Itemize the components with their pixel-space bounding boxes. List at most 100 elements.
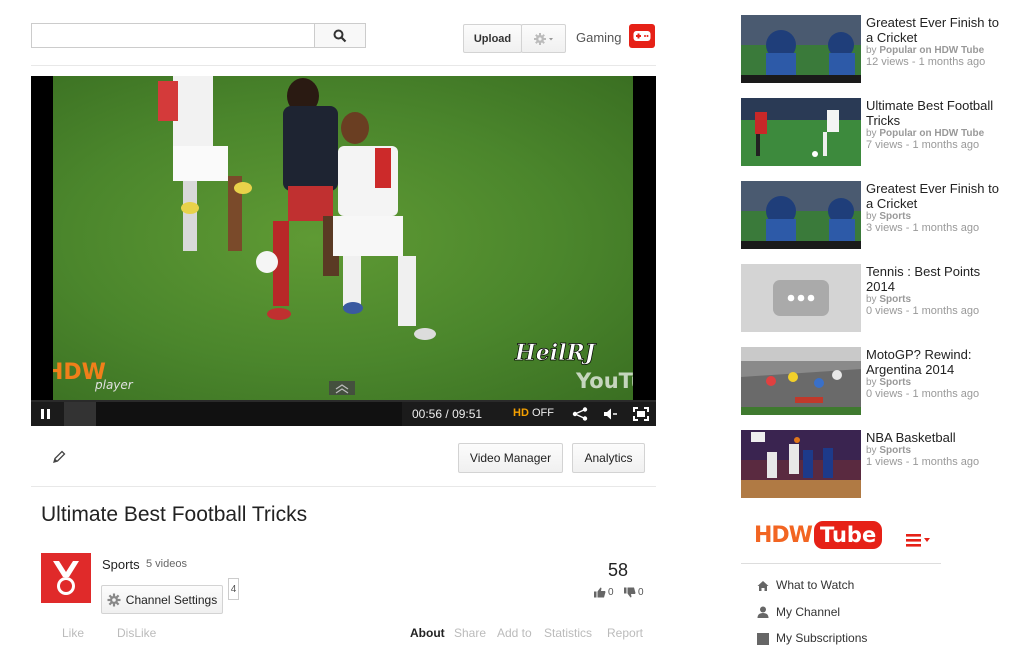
sidebar-byline: by Popular on HDW Tube xyxy=(866,45,984,56)
fullscreen-icon[interactable] xyxy=(633,407,649,421)
channel-avatar[interactable] xyxy=(41,553,91,603)
sidebar-by[interactable]: Sports xyxy=(879,294,911,305)
player-controls: 00:56 / 09:51 HD OFF xyxy=(31,400,656,426)
menu-what-to-watch[interactable]: What to Watch xyxy=(776,578,854,592)
home-icon xyxy=(757,581,769,591)
sidebar-byline: by Sports xyxy=(866,211,911,222)
video-player[interactable]: HDW player HeilRJ YouTube 00:56 / 09:51 … xyxy=(31,76,656,426)
sidebar-views: 1 views - 1 months ago xyxy=(866,456,980,468)
search-input[interactable] xyxy=(31,23,315,48)
sidebar-thumb-placeholder[interactable] xyxy=(741,264,861,332)
sidebar-by-prefix: by xyxy=(866,211,877,222)
sidebar-by-prefix: by xyxy=(866,294,877,305)
sidebar-title[interactable]: NBA Basketball xyxy=(866,430,1006,445)
tab-report[interactable]: Report xyxy=(607,626,643,640)
action-divider xyxy=(31,486,656,487)
gear-icon xyxy=(107,593,121,606)
hd-state: OFF xyxy=(531,407,554,419)
sidebar-thumb-cricket[interactable] xyxy=(741,15,861,83)
hd-label: HD xyxy=(513,407,529,419)
progress-bar[interactable] xyxy=(64,402,402,426)
sidebar-title[interactable]: MotoGP? Rewind: Argentina 2014 xyxy=(866,347,1006,377)
search-icon xyxy=(333,29,347,42)
sidebar-by-prefix: by xyxy=(866,377,877,388)
menu-my-subscriptions[interactable]: My Subscriptions xyxy=(776,631,867,645)
sidebar-thumb-motogp[interactable] xyxy=(741,347,861,415)
chevron-up-icon xyxy=(329,381,355,395)
dislike-count[interactable]: 0 xyxy=(624,587,644,598)
video-frame-image: HDW player HeilRJ YouTube xyxy=(53,76,633,395)
sidebar-by[interactable]: Sports xyxy=(879,377,911,388)
thumbs-down-icon xyxy=(624,587,636,598)
sidebar-byline: by Sports xyxy=(866,377,911,388)
gear-icon xyxy=(533,32,553,45)
sidebar-by-prefix: by xyxy=(866,445,877,456)
subscriptions-icon xyxy=(757,633,769,645)
dislikes-value: 0 xyxy=(638,587,644,598)
settings-button[interactable] xyxy=(521,24,566,53)
sidebar-views: 12 views - 1 months ago xyxy=(866,56,986,68)
sidebar-divider xyxy=(741,563,941,564)
sidebar-byline: by Popular on HDW Tube xyxy=(866,128,984,139)
time-separator: / xyxy=(445,407,449,421)
thumbs-up-icon xyxy=(594,587,606,598)
channel-video-count: 5 videos xyxy=(146,558,187,570)
sidebar-thumb-cricket[interactable] xyxy=(741,181,861,249)
watermark-player: player xyxy=(94,378,134,392)
sidebar-title[interactable]: Greatest Ever Finish to a Cricket xyxy=(866,15,1006,45)
medal-icon xyxy=(53,561,79,595)
analytics-button[interactable]: Analytics xyxy=(572,443,645,473)
chevron-down-icon xyxy=(548,37,553,40)
likes-value: 0 xyxy=(608,587,614,598)
logo-hdw: HDW xyxy=(754,522,813,548)
channel-settings-label: Channel Settings xyxy=(125,592,218,607)
pencil-icon[interactable] xyxy=(51,449,67,465)
tab-statistics[interactable]: Statistics xyxy=(544,626,592,640)
sidebar-by[interactable]: Popular on HDW Tube xyxy=(879,45,984,56)
upload-button[interactable]: Upload xyxy=(463,24,522,53)
sidebar-title[interactable]: Ultimate Best Football Tricks xyxy=(866,98,1006,128)
sidebar-by-prefix: by xyxy=(866,45,877,56)
sidebar-views: 0 views - 1 months ago xyxy=(866,305,980,317)
hd-toggle[interactable]: HD OFF xyxy=(513,407,554,419)
user-icon xyxy=(757,606,769,618)
sidebar-views: 3 views - 1 months ago xyxy=(866,222,980,234)
video-frame[interactable]: HDW player HeilRJ YouTube xyxy=(53,76,633,400)
tab-add-to[interactable]: Add to xyxy=(497,626,532,640)
gaming-label[interactable]: Gaming xyxy=(576,30,622,45)
sidebar-title[interactable]: Tennis : Best Points 2014 xyxy=(866,264,1006,294)
tab-like[interactable]: Like xyxy=(62,626,84,640)
tab-about[interactable]: About xyxy=(410,626,445,640)
share-icon[interactable] xyxy=(572,407,588,421)
sidebar-thumb-nba[interactable] xyxy=(741,430,861,498)
more-icon xyxy=(773,280,829,316)
sidebar-views: 0 views - 1 months ago xyxy=(866,388,980,400)
volume-icon[interactable] xyxy=(603,407,619,421)
sidebar-views: 7 views - 1 months ago xyxy=(866,139,980,151)
time-total: 09:51 xyxy=(452,407,483,421)
tab-share[interactable]: Share xyxy=(454,626,486,640)
sidebar-by[interactable]: Sports xyxy=(879,445,911,456)
pause-icon[interactable] xyxy=(40,408,52,420)
menu-my-channel[interactable]: My Channel xyxy=(776,605,840,619)
sidebar-by[interactable]: Sports xyxy=(879,211,911,222)
header-divider xyxy=(31,65,656,66)
sidebar-title[interactable]: Greatest Ever Finish to a Cricket xyxy=(866,181,1006,211)
search-button[interactable] xyxy=(314,23,366,48)
progress-fill xyxy=(64,402,97,426)
watermark-youtube: YouTube xyxy=(575,369,633,393)
like-count[interactable]: 0 xyxy=(594,587,614,598)
channel-settings-button[interactable]: Channel Settings xyxy=(101,585,223,614)
sidebar-thumb-football[interactable] xyxy=(741,98,861,166)
sidebar-by[interactable]: Popular on HDW Tube xyxy=(879,128,984,139)
tab-dislike[interactable]: DisLike xyxy=(117,626,156,640)
gamepad-icon[interactable] xyxy=(629,24,655,48)
video-title: Ultimate Best Football Tricks xyxy=(41,503,308,526)
hdw-tube-logo[interactable]: HDW Tube xyxy=(754,521,883,549)
video-manager-button[interactable]: Video Manager xyxy=(458,443,563,473)
channel-name[interactable]: Sports xyxy=(102,557,140,572)
sidebar-by-prefix: by xyxy=(866,128,877,139)
time-display: 00:56 / 09:51 xyxy=(412,407,482,421)
guide-menu-icon[interactable] xyxy=(906,533,932,547)
time-current: 00:56 xyxy=(412,407,443,421)
